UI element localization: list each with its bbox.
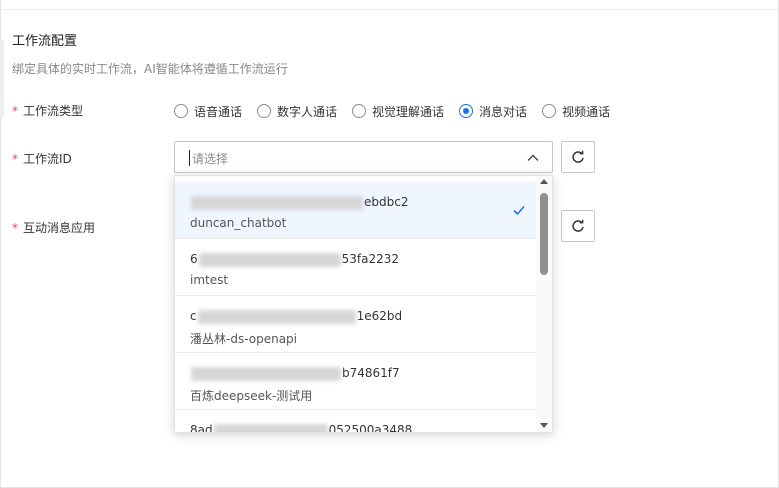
interactive-msg-app-refresh-button[interactable] — [561, 210, 595, 242]
workflow-type-label-text: 工作流类型 — [23, 104, 84, 118]
refresh-icon — [572, 219, 584, 232]
radio-avatar-call[interactable]: 数字人通话 — [257, 103, 337, 120]
redacted-id-mask — [198, 252, 341, 267]
scroll-down-arrow-icon[interactable] — [540, 423, 548, 428]
workflow-id-prefix: 6 — [190, 252, 198, 266]
select-placeholder: 请选择 — [192, 152, 229, 166]
workflow-id-label-text: 工作流ID — [23, 152, 72, 166]
radio-label: 视频通话 — [562, 104, 611, 119]
workflow-id-suffix: 052500a3488 — [328, 423, 413, 433]
workflow-name: 潘丛林-ds-openapi — [190, 332, 298, 346]
radio-circle-icon — [174, 104, 188, 118]
radio-label: 数字人通话 — [277, 104, 338, 119]
radio-vision-call[interactable]: 视觉理解通话 — [352, 103, 444, 120]
left-accent-bar — [0, 40, 4, 118]
dropdown-option[interactable]: c 1e62bd 潘丛林-ds-openapi — [175, 296, 538, 353]
workflow-id-prefix: 8ad — [190, 423, 213, 433]
workflow-id-suffix: 1e62bd — [356, 309, 403, 323]
dropdown-option[interactable]: ebdbc2 duncan_chatbot — [175, 182, 538, 239]
workflow-id-suffix: b74861f7 — [342, 366, 400, 380]
top-divider — [0, 0, 779, 10]
required-mark: * — [12, 104, 18, 118]
redacted-id-mask — [197, 309, 356, 324]
workflow-id-value: 6 53fa2232 — [190, 252, 399, 267]
workflow-name: imtest — [190, 273, 229, 287]
interactive-msg-app-label-text: 互动消息应用 — [23, 221, 96, 235]
workflow-id-prefix: c — [190, 309, 197, 323]
redacted-id-mask — [191, 195, 363, 210]
interactive-msg-app-label: * 互动消息应用 — [12, 219, 95, 236]
section-description: 绑定具体的实时工作流，AI智能体将遵循工作流运行 — [12, 62, 288, 76]
dropdown-list: ebdbc2 duncan_chatbot 6 53fa2232 imtest c… — [175, 176, 538, 433]
radio-message-chat[interactable]: 消息对话 — [459, 103, 527, 120]
dropdown-option[interactable]: 6 53fa2232 imtest — [175, 239, 538, 296]
scroll-up-arrow-icon[interactable] — [540, 179, 548, 184]
workflow-id-select[interactable]: 请选择 — [174, 141, 553, 173]
workflow-id-refresh-button[interactable] — [561, 141, 595, 173]
chevron-up-icon[interactable] — [526, 151, 540, 165]
radio-voice-call[interactable]: 语音通话 — [174, 103, 242, 120]
redacted-id-mask — [213, 423, 328, 432]
workflow-name: duncan_chatbot — [190, 216, 287, 230]
radio-label: 视觉理解通话 — [372, 104, 445, 119]
workflow-type-radio-group: 语音通话 数字人通话 视觉理解通话 消息对话 视频通话 — [174, 102, 625, 120]
section-title: 工作流配置 — [12, 34, 78, 49]
workflow-name: 百炼deepseek-测试用 — [190, 389, 313, 403]
dropdown-scrollbar[interactable] — [536, 176, 552, 432]
workflow-id-suffix: 53fa2232 — [341, 252, 400, 266]
check-icon — [513, 205, 525, 216]
text-cursor — [189, 150, 190, 166]
radio-circle-icon — [542, 104, 557, 118]
radio-checked-icon — [459, 104, 474, 118]
required-mark: * — [12, 221, 18, 235]
dropdown-option[interactable]: b74861f7 百炼deepseek-测试用 — [175, 353, 538, 410]
workflow-id-value: ebdbc2 — [190, 195, 408, 210]
workflow-type-label: * 工作流类型 — [12, 102, 83, 119]
workflow-id-value: 8ad 052500a3488 — [190, 423, 413, 433]
workflow-id-dropdown: ebdbc2 duncan_chatbot 6 53fa2232 imtest c… — [174, 175, 553, 433]
refresh-icon — [572, 150, 584, 163]
workflow-id-value: b74861f7 — [190, 366, 400, 381]
radio-label: 语音通话 — [194, 104, 243, 119]
required-mark: * — [12, 152, 18, 166]
workflow-id-suffix: ebdbc2 — [364, 195, 409, 209]
radio-circle-icon — [257, 104, 272, 118]
redacted-id-mask — [191, 366, 341, 381]
workflow-id-label: * 工作流ID — [12, 150, 72, 167]
dropdown-option[interactable]: 8ad 052500a3488 — [175, 410, 538, 433]
radio-video-call[interactable]: 视频通话 — [542, 103, 610, 120]
scroll-thumb[interactable] — [540, 193, 548, 275]
radio-circle-icon — [352, 104, 367, 118]
radio-label: 消息对话 — [479, 104, 528, 119]
workflow-id-value: c 1e62bd — [190, 309, 402, 324]
